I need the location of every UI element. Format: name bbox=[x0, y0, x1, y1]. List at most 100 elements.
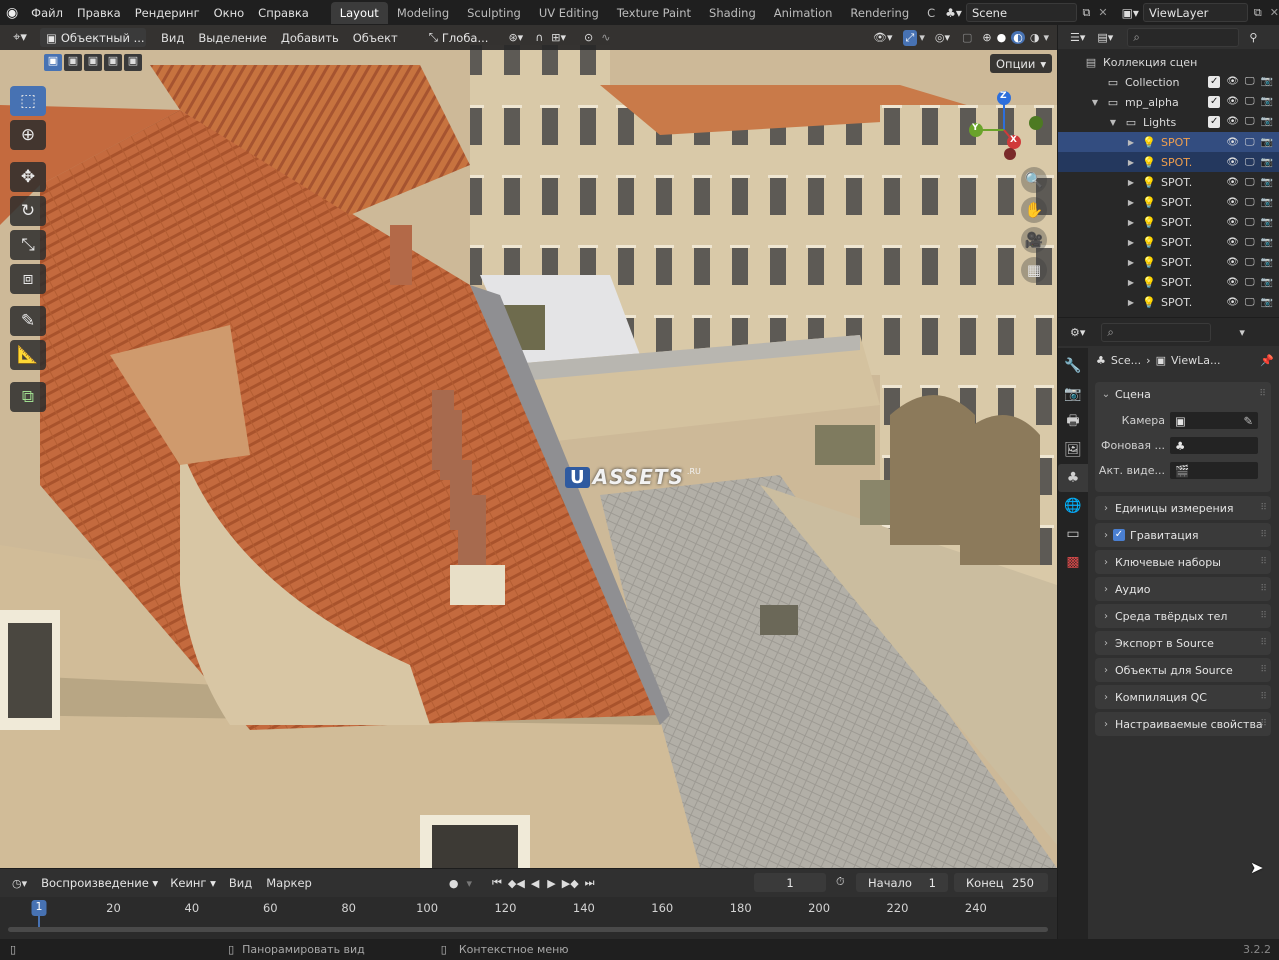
pin-icon[interactable]: 📌 bbox=[1260, 354, 1274, 367]
move-tool[interactable]: ✥ bbox=[10, 162, 46, 192]
tab-animation[interactable]: Animation bbox=[765, 2, 842, 24]
tab-world[interactable]: 🌐 bbox=[1058, 492, 1088, 520]
snap-icon[interactable]: ∩ bbox=[535, 31, 543, 44]
viewport-display-icon[interactable]: 🖵 bbox=[1245, 177, 1255, 188]
outliner-row[interactable]: ▶ 💡 SPOT. 👁 🖵 📷 bbox=[1058, 292, 1279, 312]
drag-grip-icon[interactable]: ⠿ bbox=[1260, 638, 1267, 648]
transform-orientation-dropdown[interactable]: ⤡ Глоба... bbox=[423, 28, 495, 47]
tab-sculpting[interactable]: Sculpting bbox=[458, 2, 530, 24]
xray-icon[interactable]: ▢ bbox=[962, 31, 972, 44]
snap-target-icon[interactable]: ⊞▾ bbox=[551, 31, 566, 44]
viewport-display-icon[interactable]: 🖵 bbox=[1245, 116, 1255, 128]
play-reverse-icon[interactable]: ◀ bbox=[531, 877, 539, 890]
outliner-scene-collection[interactable]: ▤ Коллекция сцен bbox=[1058, 52, 1279, 72]
new-scene-icon[interactable]: ⧉ bbox=[1083, 6, 1091, 20]
active-clip-field[interactable]: 🎬 bbox=[1169, 461, 1259, 480]
visibility-eye-icon[interactable]: 👁 bbox=[1226, 137, 1239, 148]
properties-panel-0[interactable]: › Единицы измерения ⠿ bbox=[1095, 496, 1271, 520]
visibility-eye-icon[interactable]: 👁 bbox=[1226, 157, 1239, 168]
outliner-editor-type-icon[interactable]: ☰▾ bbox=[1070, 31, 1085, 44]
menu-file[interactable]: Файл bbox=[24, 6, 70, 20]
visibility-eye-icon[interactable]: 👁 bbox=[1226, 177, 1239, 188]
scene-name-field[interactable]: Scene bbox=[965, 3, 1077, 22]
tab-texture[interactable]: ▩ bbox=[1058, 548, 1088, 576]
properties-options-icon[interactable]: ▾ bbox=[1239, 326, 1245, 339]
timeline-ruler[interactable]: 1 20 40 60 80 100 120 140 160 180 200 220 240 bbox=[0, 897, 1057, 939]
measure-tool[interactable]: 📐 bbox=[10, 340, 46, 370]
overlays-icon[interactable]: ◎▾ bbox=[935, 31, 950, 44]
render-camera-icon[interactable]: 📷 bbox=[1261, 217, 1273, 228]
perspective-toggle-button[interactable]: ▦ bbox=[1021, 257, 1047, 283]
vp-menu-object[interactable]: Объект bbox=[346, 31, 405, 45]
outliner-row[interactable]: ▶ 💡 SPOT. 👁 🖵 📷 bbox=[1058, 192, 1279, 212]
visibility-eye-icon[interactable]: 👁 bbox=[1226, 76, 1239, 88]
proportional-edit-icon[interactable]: ⊙ bbox=[584, 31, 593, 44]
annotate-tool[interactable]: ✎ bbox=[10, 306, 46, 336]
visibility-eye-icon[interactable]: 👁 bbox=[1226, 217, 1239, 228]
visibility-eye-icon[interactable]: 👁 bbox=[1226, 297, 1239, 308]
tab-modeling[interactable]: Modeling bbox=[388, 2, 458, 24]
keying-menu[interactable]: Кеинг ▾ bbox=[164, 874, 222, 893]
tab-scene[interactable]: ♣ bbox=[1058, 464, 1088, 492]
select-extend-icon[interactable]: ▣ bbox=[64, 54, 82, 71]
properties-editor-type-icon[interactable]: ⚙▾ bbox=[1070, 326, 1085, 339]
visibility-eye-icon[interactable]: 👁 bbox=[1226, 257, 1239, 268]
menu-edit[interactable]: Правка bbox=[70, 6, 128, 20]
render-camera-icon[interactable]: 📷 bbox=[1261, 257, 1273, 268]
pivot-icon[interactable]: ⊛▾ bbox=[508, 31, 523, 44]
timeline-editor-type-icon[interactable]: ◷▾ bbox=[12, 877, 27, 890]
expand-right-icon[interactable]: ▶ bbox=[1122, 298, 1140, 307]
visibility-eye-icon[interactable]: 👁 bbox=[1226, 116, 1239, 128]
properties-panel-7[interactable]: › Компиляция QC ⠿ bbox=[1095, 685, 1271, 709]
new-viewlayer-icon[interactable]: ⧉ bbox=[1254, 6, 1262, 20]
timeline-marker-menu[interactable]: Маркер bbox=[259, 876, 319, 890]
tab-shading[interactable]: Shading bbox=[700, 2, 765, 24]
select-invert-icon[interactable]: ▣ bbox=[104, 54, 122, 71]
shading-wireframe-icon[interactable]: ⊕ bbox=[982, 31, 991, 44]
add-cube-tool[interactable]: ⧉ bbox=[10, 382, 46, 412]
drag-grip-icon[interactable]: ⠿ bbox=[1260, 611, 1267, 621]
editor-type-icon[interactable]: ⌖▾ bbox=[0, 30, 40, 45]
camera-field[interactable]: ▣ ✎ bbox=[1169, 411, 1259, 430]
timeline-view-menu[interactable]: Вид bbox=[222, 876, 259, 890]
tab-view-layer[interactable]: 🖼 bbox=[1058, 436, 1088, 464]
select-intersect-icon[interactable]: ▣ bbox=[124, 54, 142, 71]
expand-right-icon[interactable]: ▶ bbox=[1122, 258, 1140, 267]
drag-grip-icon[interactable]: ⠿ bbox=[1260, 530, 1267, 540]
viewport-display-icon[interactable]: 🖵 bbox=[1245, 76, 1255, 88]
rotate-tool[interactable]: ↻ bbox=[10, 196, 46, 226]
shading-dropdown-icon[interactable]: ▾ bbox=[1043, 31, 1049, 44]
jump-start-icon[interactable]: ⏮ bbox=[492, 876, 502, 890]
render-camera-icon[interactable]: 📷 bbox=[1261, 237, 1273, 248]
expand-down-icon[interactable]: ▼ bbox=[1104, 118, 1122, 127]
cursor-tool[interactable]: ⊕ bbox=[10, 120, 46, 150]
properties-panel-3[interactable]: › Аудио ⠿ bbox=[1095, 577, 1271, 601]
expand-right-icon[interactable]: ▶ bbox=[1122, 218, 1140, 227]
viewport-display-icon[interactable]: 🖵 bbox=[1245, 96, 1255, 108]
outliner-row[interactable]: ▶ 💡 SPOT 👁 🖵 📷 bbox=[1058, 132, 1279, 152]
shading-solid-icon[interactable]: ● bbox=[997, 31, 1007, 44]
viewport-display-icon[interactable]: 🖵 bbox=[1245, 157, 1255, 168]
drag-grip-icon[interactable]: ⠿ bbox=[1259, 389, 1266, 399]
transform-tool[interactable]: ⧈ bbox=[10, 264, 46, 294]
visibility-eye-icon[interactable]: 👁 bbox=[1226, 197, 1239, 208]
current-frame-field[interactable]: 1 bbox=[754, 873, 826, 892]
gizmo-toggle-icon[interactable]: ⤢ bbox=[902, 29, 918, 46]
viewport-display-icon[interactable]: 🖵 bbox=[1245, 237, 1255, 248]
playback-menu[interactable]: Воспроизведение ▾ bbox=[35, 874, 164, 893]
drag-grip-icon[interactable]: ⠿ bbox=[1260, 557, 1267, 567]
exclude-checkbox[interactable]: ✓ bbox=[1208, 116, 1221, 128]
pan-view-button[interactable]: ✋ bbox=[1021, 197, 1047, 223]
keying-dropdown-icon[interactable]: ▾ bbox=[466, 877, 472, 890]
exclude-checkbox[interactable]: ✓ bbox=[1208, 96, 1221, 108]
end-frame-field[interactable]: Конец 250 bbox=[954, 873, 1048, 892]
select-new-icon[interactable]: ▣ bbox=[44, 54, 62, 71]
viewport-display-icon[interactable]: 🖵 bbox=[1245, 277, 1255, 288]
options-dropdown[interactable]: Опции ▾ bbox=[990, 54, 1053, 73]
outliner-row[interactable]: ▼ ▭ mp_alpha ✓ 👁 🖵 📷 bbox=[1058, 92, 1279, 112]
properties-panel-4[interactable]: › Среда твёрдых тел ⠿ bbox=[1095, 604, 1271, 628]
timeline-scrollbar[interactable] bbox=[8, 927, 1048, 932]
menu-render[interactable]: Рендеринг bbox=[128, 6, 207, 20]
properties-panel-1[interactable]: › ✓ Гравитация ⠿ bbox=[1095, 523, 1271, 547]
navigation-gizmo[interactable]: Z Y X bbox=[962, 88, 1046, 172]
